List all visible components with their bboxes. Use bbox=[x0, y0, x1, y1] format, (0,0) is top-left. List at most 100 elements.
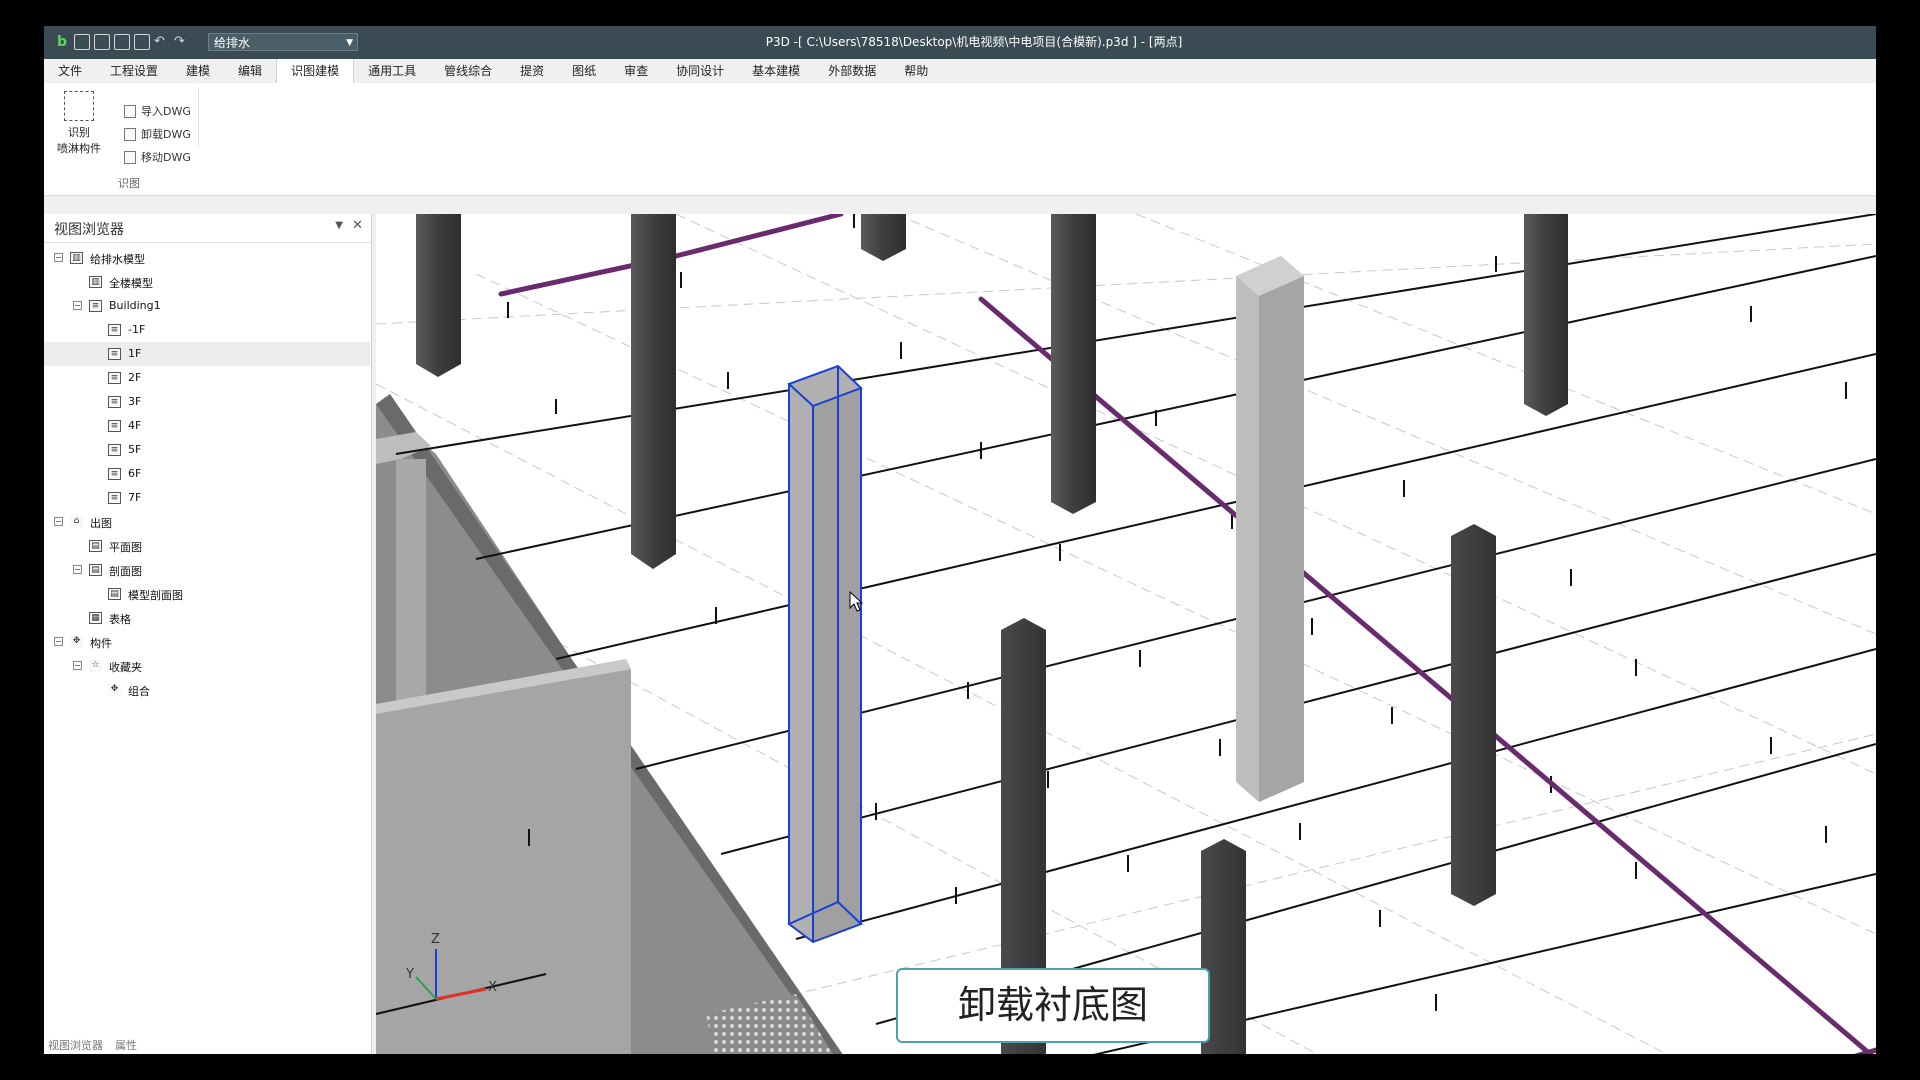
open-folder-icon[interactable] bbox=[94, 34, 110, 50]
unload-dwg-button[interactable]: 卸载DWG bbox=[124, 126, 191, 142]
sheet-icon: ▤ bbox=[89, 564, 102, 576]
ribbon-tabs: 文件 工程设置 建模 编辑 识图建模 通用工具 管线综合 提资 图纸 审查 协同设计 基本建模 外部数据… bbox=[44, 59, 1876, 83]
menu-tab[interactable]: 帮助 bbox=[890, 59, 942, 83]
menu-tab[interactable]: 建模 bbox=[172, 59, 224, 83]
tab-view-browser[interactable]: 视图浏览器 bbox=[48, 1038, 103, 1054]
menu-tab[interactable]: 工程设置 bbox=[96, 59, 172, 83]
app-window: b ↶ ↷ 给排水 ▼ P3D -[ C:\Users\78518\Deskto… bbox=[44, 26, 1876, 1054]
view-browser-panel: 视图浏览器 ▼ ✕ − ▥ 给排水模型 ▥ 全楼模型 − ≡ Building1 ≡ -1F ≡ 1F… bbox=[44, 214, 372, 1054]
menu-tab[interactable]: 审查 bbox=[610, 59, 662, 83]
menu-tab[interactable]: 提资 bbox=[506, 59, 558, 83]
tree-item[interactable]: ▤ 平面图 bbox=[44, 534, 370, 558]
tree-item[interactable]: ≡ 5F bbox=[44, 438, 370, 462]
model-canvas[interactable]: Z X Y bbox=[376, 214, 1876, 1054]
subtitle-caption: 卸载衬底图 bbox=[896, 968, 1210, 1043]
tree-item-label: 构件 bbox=[90, 637, 112, 650]
tree-item-label: 出图 bbox=[90, 517, 112, 530]
menu-tab[interactable]: 通用工具 bbox=[354, 59, 430, 83]
tree-item[interactable]: − ▥ 给排水模型 bbox=[44, 246, 370, 270]
drawing-icon: ⌂ bbox=[70, 516, 83, 528]
model-viewport[interactable]: Z X Y bbox=[376, 214, 1876, 1054]
view-browser-title: 视图浏览器 bbox=[54, 222, 124, 238]
tab-properties[interactable]: 属性 bbox=[115, 1038, 137, 1054]
menu-tab[interactable]: 图纸 bbox=[558, 59, 610, 83]
floor-icon: ≡ bbox=[108, 348, 121, 360]
view-tree: − ▥ 给排水模型 ▥ 全楼模型 − ≡ Building1 ≡ -1F ≡ 1F ≡ 2F ≡ 3F ≡ 4F ≡… bbox=[44, 246, 370, 702]
move-dwg-button[interactable]: 移动DWG bbox=[124, 149, 191, 165]
recognize-sprinkler-label-2: 喷淋构件 bbox=[57, 142, 101, 155]
menu-tab[interactable]: 管线综合 bbox=[430, 59, 506, 83]
move-dwg-label: 移动DWG bbox=[141, 151, 191, 164]
tree-item[interactable]: ≡ 4F bbox=[44, 414, 370, 438]
tree-item[interactable]: − ☆ 收藏夹 bbox=[44, 654, 370, 678]
building-icon: ▥ bbox=[70, 252, 83, 264]
tree-item[interactable]: ▥ 全楼模型 bbox=[44, 270, 370, 294]
toolbar-strip bbox=[44, 196, 1876, 214]
quick-access-toolbar: b ↶ ↷ bbox=[54, 34, 190, 50]
tree-item[interactable]: ✥ 组合 bbox=[44, 678, 370, 702]
floor-icon: ≡ bbox=[108, 420, 121, 432]
star-icon: ☆ bbox=[89, 660, 102, 672]
redo-icon[interactable]: ↷ bbox=[174, 34, 190, 50]
tree-item[interactable]: ≡ 7F bbox=[44, 486, 370, 510]
tree-toggle-icon[interactable]: − bbox=[54, 637, 63, 646]
new-file-icon[interactable] bbox=[74, 34, 90, 50]
axis-z-label: Z bbox=[431, 932, 440, 947]
menu-tab[interactable]: 识图建模 bbox=[276, 59, 355, 83]
tree-item[interactable]: − ⌂ 出图 bbox=[44, 510, 370, 534]
tree-item-label: 收藏夹 bbox=[109, 661, 142, 674]
menu-tab[interactable]: 协同设计 bbox=[662, 59, 738, 83]
floor-icon: ≡ bbox=[108, 492, 121, 504]
tree-item-label: 4F bbox=[128, 419, 142, 432]
panel-menu-icon[interactable]: ▼ bbox=[335, 220, 343, 231]
tree-item[interactable]: ≡ 2F bbox=[44, 366, 370, 390]
tree-item[interactable]: ≡ 3F bbox=[44, 390, 370, 414]
discipline-select[interactable]: 给排水 ▼ bbox=[208, 33, 358, 51]
axis-y-label: Y bbox=[405, 967, 414, 982]
tree-item[interactable]: − ✥ 构件 bbox=[44, 630, 370, 654]
import-dwg-label: 导入DWG bbox=[141, 105, 191, 118]
tree-item-label: 2F bbox=[128, 371, 142, 384]
tree-item[interactable]: ▦ 表格 bbox=[44, 606, 370, 630]
ribbon-separator bbox=[198, 87, 199, 147]
tree-item[interactable]: ≡ -1F bbox=[44, 318, 370, 342]
tree-toggle-icon[interactable]: − bbox=[54, 253, 63, 262]
save-icon[interactable] bbox=[114, 34, 130, 50]
tree-item-label: 7F bbox=[128, 491, 142, 504]
save-as-icon[interactable] bbox=[134, 34, 150, 50]
app-logo-icon: b bbox=[56, 34, 68, 50]
tree-item[interactable]: − ▤ 剖面图 bbox=[44, 558, 370, 582]
tree-item[interactable]: ≡ 6F bbox=[44, 462, 370, 486]
tree-toggle-icon[interactable]: − bbox=[54, 517, 63, 526]
floor-icon: ≡ bbox=[108, 372, 121, 384]
undo-icon[interactable]: ↶ bbox=[154, 34, 170, 50]
tree-toggle-icon[interactable]: − bbox=[73, 565, 82, 574]
tree-item-label: 平面图 bbox=[109, 541, 142, 554]
floor-icon: ≡ bbox=[108, 396, 121, 408]
chevron-down-icon: ▼ bbox=[346, 38, 353, 48]
menu-tab[interactable]: 文件 bbox=[44, 59, 96, 83]
tree-toggle-icon[interactable]: − bbox=[73, 661, 82, 670]
discipline-select-value: 给排水 bbox=[214, 36, 251, 50]
title-bar: b ↶ ↷ 给排水 ▼ P3D -[ C:\Users\78518\Deskto… bbox=[44, 26, 1876, 59]
tree-item[interactable]: ▤ 模型剖面图 bbox=[44, 582, 370, 606]
tree-item[interactable]: ≡ 1F bbox=[44, 342, 370, 366]
menu-tab[interactable]: 基本建模 bbox=[738, 59, 814, 83]
selected-column[interactable] bbox=[787, 364, 863, 944]
close-icon[interactable]: ✕ bbox=[352, 218, 363, 233]
component-icon: ✥ bbox=[108, 684, 121, 696]
tree-item-label: 5F bbox=[128, 443, 142, 456]
tree-item-label: 组合 bbox=[128, 685, 150, 698]
tree-item-label: 表格 bbox=[109, 613, 131, 626]
menu-tab[interactable]: 外部数据 bbox=[814, 59, 890, 83]
tree-toggle-icon[interactable]: − bbox=[73, 301, 82, 310]
recognize-sprinkler-button[interactable]: 识别 喷淋构件 bbox=[52, 89, 106, 157]
table-icon: ▦ bbox=[89, 612, 102, 624]
import-dwg-icon bbox=[124, 104, 136, 118]
menu-tab[interactable]: 编辑 bbox=[224, 59, 276, 83]
tree-item-label: 1F bbox=[128, 347, 142, 360]
tree-item-label: 3F bbox=[128, 395, 142, 408]
axis-x-label: X bbox=[488, 980, 497, 995]
import-dwg-button[interactable]: 导入DWG bbox=[124, 103, 191, 119]
tree-item[interactable]: − ≡ Building1 bbox=[44, 294, 370, 318]
